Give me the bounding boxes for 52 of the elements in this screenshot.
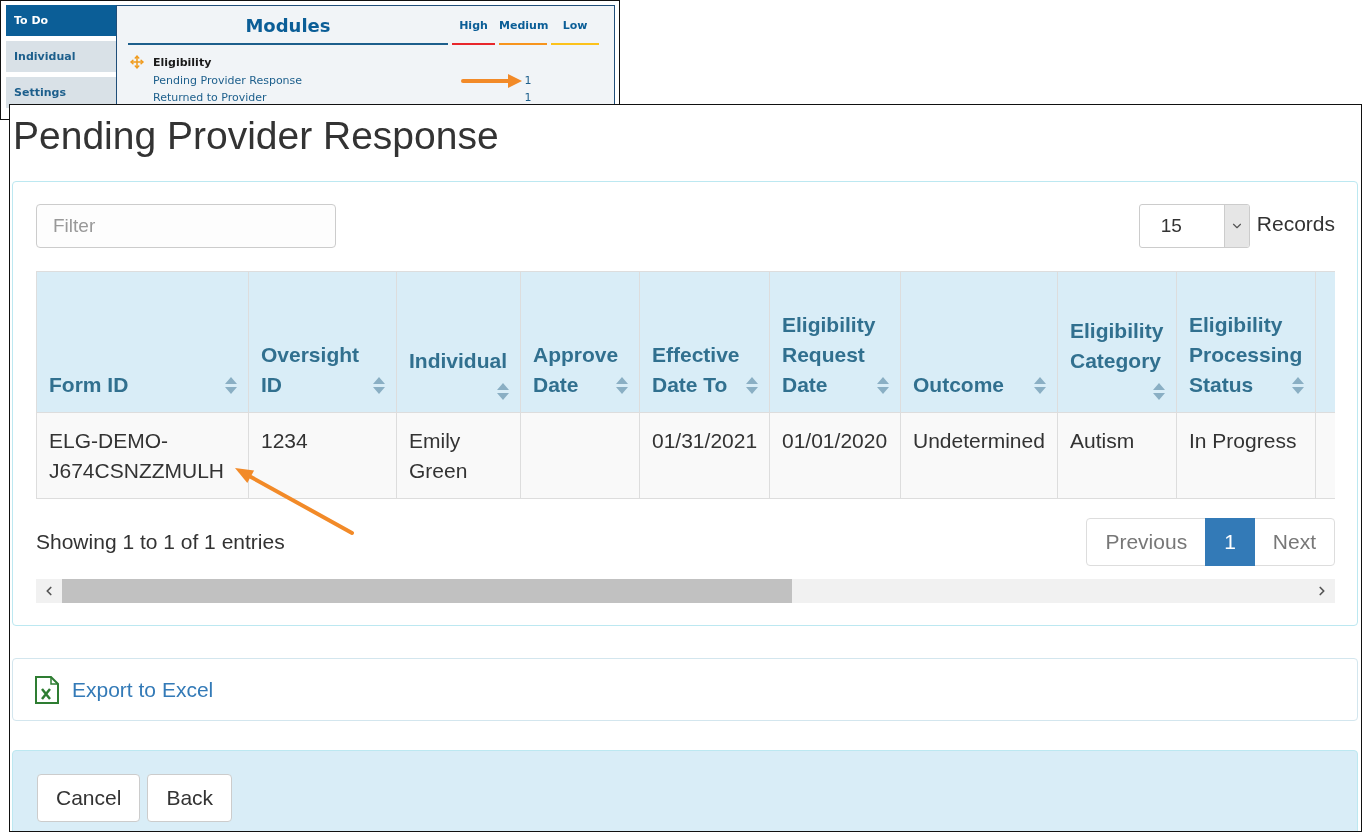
table-cell: Undetermined — [900, 412, 1058, 499]
module-link[interactable]: Returned to Provider — [153, 91, 267, 104]
dropdown-toggle[interactable] — [1223, 205, 1249, 247]
table-cell: ELG-DEMO-J674CSNZZMULH — [36, 412, 249, 499]
column-header[interactable]: Individual — [396, 271, 521, 413]
table-cell: 01/31/2021 — [639, 412, 770, 499]
priority-heading: Low — [561, 19, 589, 33]
action-button[interactable]: Cancel — [37, 774, 141, 822]
priority-heading: Medium — [499, 19, 547, 33]
move-icon — [130, 55, 144, 69]
item-count: 1 — [523, 74, 532, 87]
table-cell: 01/01/2020 — [769, 412, 901, 499]
entries-info: Showing 1 to 1 of 1 entries — [36, 530, 285, 554]
spreadsheet-file-icon — [35, 675, 59, 704]
sort-icon — [616, 377, 628, 394]
sort-icon — [225, 377, 237, 394]
filter-input[interactable]: Filter — [36, 204, 336, 248]
nav-tab[interactable]: Individual — [6, 41, 116, 72]
page-size-select[interactable]: 15 — [1138, 204, 1250, 248]
group-title: Eligibility — [153, 55, 212, 69]
column-header[interactable]: Approve Date — [520, 271, 640, 413]
action-button[interactable]: Back — [147, 774, 233, 822]
sort-icon — [497, 383, 509, 400]
column-header[interactable]: Eligibility Processing Status — [1176, 271, 1316, 413]
column-header[interactable]: Oversight ID — [248, 271, 397, 413]
horizontal-scrollbar[interactable] — [36, 579, 1335, 603]
column-header[interactable]: Eligibility Category — [1057, 271, 1177, 413]
column-header[interactable]: Form ID — [36, 271, 249, 413]
table-cell: In Progress — [1176, 412, 1316, 499]
table-cell: Autism — [1057, 412, 1177, 499]
table-cell: 1234 — [248, 412, 397, 499]
sort-icon — [373, 377, 385, 394]
page-title: Pending Provider Response — [12, 113, 500, 158]
column-header[interactable]: Eligibility Request Date — [769, 271, 901, 413]
module-link[interactable]: Pending Provider Response — [153, 74, 303, 87]
sort-icon — [877, 377, 889, 394]
records-label: Records — [1256, 212, 1335, 236]
sort-icon — [1153, 383, 1165, 400]
item-count: 1 — [523, 91, 532, 104]
pagination-button[interactable]: 1 — [1205, 518, 1255, 566]
sort-icon — [1034, 377, 1046, 394]
modules-title: Modules — [244, 14, 332, 37]
table-cell: Emily Green — [396, 412, 521, 499]
sort-icon — [1292, 377, 1304, 394]
priority-heading: High — [458, 19, 489, 33]
nav-tab[interactable]: To Do — [6, 5, 116, 36]
scrollbar-thumb[interactable] — [62, 579, 792, 603]
sort-icon — [746, 377, 758, 394]
column-header[interactable]: Effective Date To — [639, 271, 770, 413]
column-header[interactable]: Outcome — [900, 271, 1058, 413]
export-link[interactable]: Export to Excel — [35, 675, 214, 704]
annotation-arrow — [461, 74, 522, 88]
